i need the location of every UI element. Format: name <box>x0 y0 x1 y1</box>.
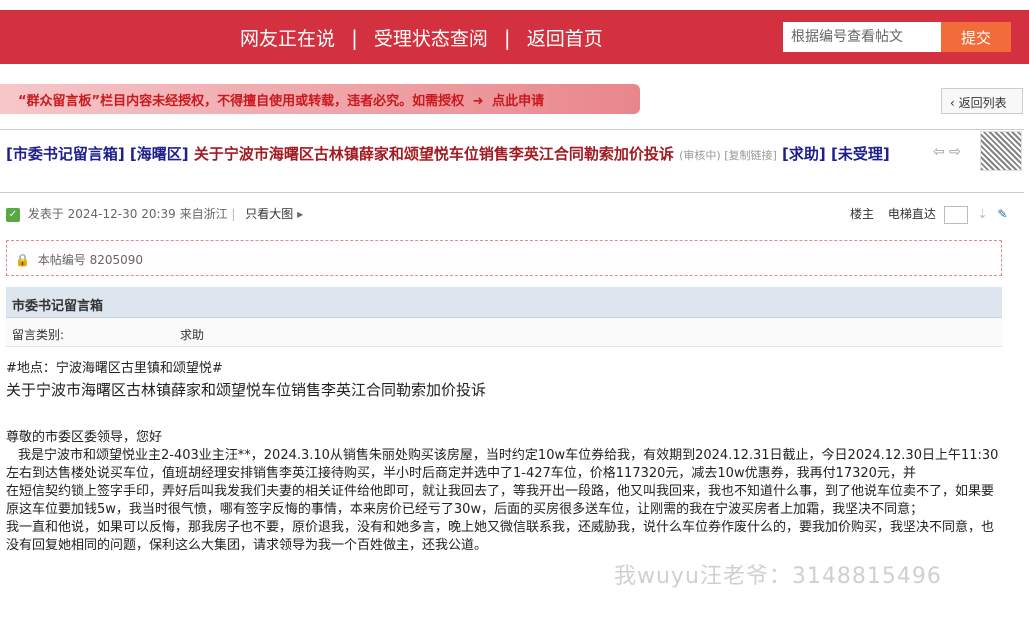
title-tags: [市委书记留言箱] [海曙区] <box>6 145 189 163</box>
post-time: 发表于 2024-12-30 20:39 来自浙江 <box>27 207 228 221</box>
review-status-copy-link[interactable]: (审核中) [复制链接] <box>679 149 777 162</box>
post-id-box: 🔒 本帖编号 8205090 <box>6 240 1002 276</box>
post-body: #地点：宁波海曙区古里镇和颂望悦# 关于宁波市海曙区古林镇薛家和颂望悦车位销售李… <box>6 360 1002 555</box>
paragraph-1: 我是宁波市和颂望悦业主2-403业主汪**，2024.3.10从销售朱丽处购买该… <box>6 448 999 481</box>
apply-authorization-link[interactable]: 点此申请 <box>492 94 544 109</box>
body-title: 关于宁波市海曙区古林镇薛家和颂望悦车位销售李英江合同勒索加价投诉 <box>6 381 487 399</box>
category-row: 留言类别: 求助 <box>6 318 1002 347</box>
paragraph-3: 我一直和他说，如果可以反悔，那我房子也不要，原价退我，没有和她多言，晚上她又微信… <box>6 520 995 553</box>
elevator-label: 电梯直达 <box>887 207 936 221</box>
top-nav: 网友正在说 | 受理状态查阅 | 返回首页 <box>240 24 603 51</box>
greeting: 尊敬的市委区委领导，您好 <box>6 430 163 445</box>
back-to-list-button[interactable]: ‹ 返回列表 <box>941 88 1023 114</box>
title-text: 关于宁波市海曙区古林镇薛家和颂望悦车位销售李英江合同勒索加价投诉 <box>193 145 674 163</box>
down-arrow-icon[interactable]: ⇣ <box>978 207 988 221</box>
nav-link-discussions[interactable]: 网友正在说 <box>240 24 335 51</box>
paragraph-2: 在短信契约锁上签字手印，弄好后叫我发我们夫妻的相关证件给他即可，就让我回去了，等… <box>6 484 995 517</box>
location-tag: #地点：宁波海曙区古里镇和颂望悦# <box>6 361 223 376</box>
back-to-list-label: 返回列表 <box>958 96 1007 110</box>
post-id-search-input[interactable] <box>783 22 941 52</box>
nav-link-home[interactable]: 返回首页 <box>527 24 603 51</box>
nav-separator: | <box>351 25 358 50</box>
arrow-right-icon: ➜ <box>472 94 484 109</box>
section-title: 市委书记留言箱 <box>12 299 104 314</box>
floor-jump-input[interactable] <box>943 205 968 224</box>
user-icon: ✓ <box>6 207 20 222</box>
divider: | <box>231 207 236 221</box>
top-header-bar: 网友正在说 | 受理状态查阅 | 返回首页 提交 <box>0 10 1029 64</box>
prev-next-arrows[interactable]: ⇦ ⇨ <box>933 144 961 160</box>
qr-code-icon[interactable] <box>980 131 1022 171</box>
nav-link-status-query[interactable]: 受理状态查阅 <box>374 24 488 51</box>
caret-right-icon: ▸ <box>297 207 304 221</box>
floor-controls: 楼主 电梯直达 ⇣ ✎ <box>850 205 1007 224</box>
watermark: 我wuyu汪老爷：3148815496 <box>614 564 942 589</box>
floor-owner-label: 楼主 <box>850 207 875 221</box>
notice-text: “群众留言板”栏目内容未经授权，不得擅自使用或转载，违者必究。如需授权 <box>18 94 465 109</box>
lock-icon: 🔒 <box>15 253 30 267</box>
search-submit-button[interactable]: 提交 <box>941 22 1011 52</box>
nav-separator: | <box>503 25 511 50</box>
post-title-box: [市委书记留言箱] [海曙区] 关于宁波市海曙区古林镇薛家和颂望悦车位销售李英江… <box>0 129 1024 193</box>
only-big-image-link[interactable]: 只看大图 <box>245 207 293 221</box>
tag-help: [求助] <box>782 145 826 163</box>
category-key: 留言类别: <box>12 328 65 342</box>
tag-status: [未受理] <box>831 145 890 163</box>
pen-icon[interactable]: ✎ <box>997 207 1007 221</box>
post-title: [市委书记留言箱] [海曙区] 关于宁波市海曙区古林镇薛家和颂望悦车位销售李英江… <box>6 144 926 166</box>
category-value: 求助 <box>180 328 205 342</box>
post-id: 本帖编号 8205090 <box>37 253 144 267</box>
section-header: 市委书记留言箱 <box>6 287 1002 318</box>
post-meta: ✓ 发表于 2024-12-30 20:39 来自浙江 | 只看大图 ▸ <box>6 205 303 222</box>
chevron-left-icon: ‹ <box>950 96 955 110</box>
copyright-notice-banner: “群众留言板”栏目内容未经授权，不得擅自使用或转载，违者必究。如需授权 ➜ 点此… <box>0 84 640 114</box>
